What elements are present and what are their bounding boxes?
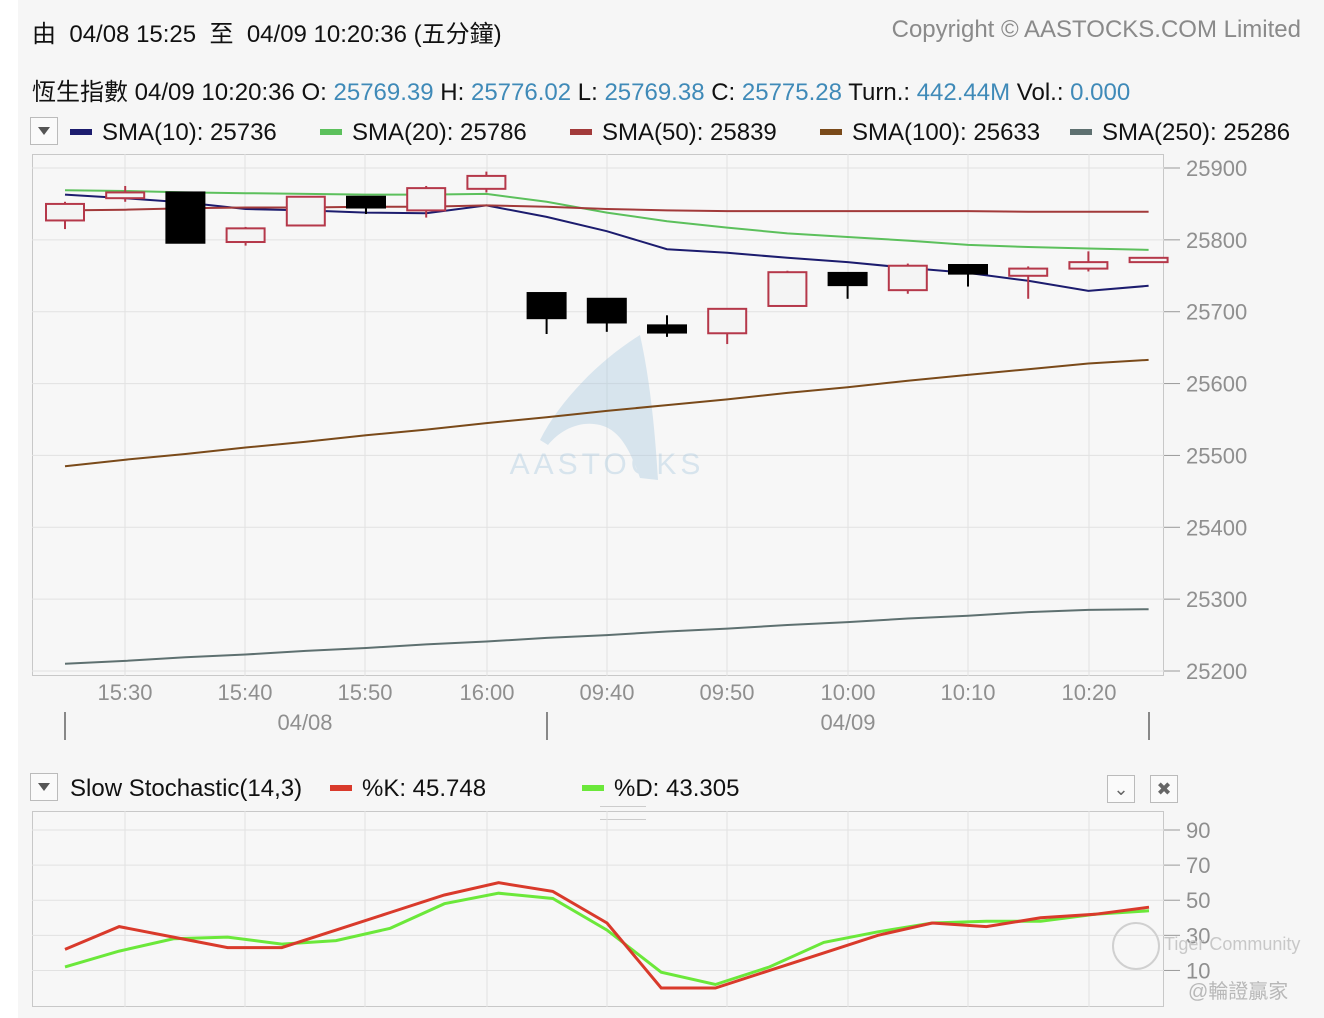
stoch-tick-label: 50 <box>1186 888 1210 913</box>
stoch-grid <box>32 811 1164 1007</box>
stoch-tick-label: 70 <box>1186 853 1210 878</box>
tiger-community-text: Tiger Community <box>1164 934 1301 954</box>
stoch-chart-svg: 9070503010 <box>32 811 1210 1007</box>
author-handle-text: @輪證贏家 <box>1188 981 1289 1003</box>
tiger-community-logo-icon <box>1112 922 1160 970</box>
stoch-tick-label: 90 <box>1186 818 1210 843</box>
stoch-y-axis: 9070503010 <box>1164 818 1210 983</box>
